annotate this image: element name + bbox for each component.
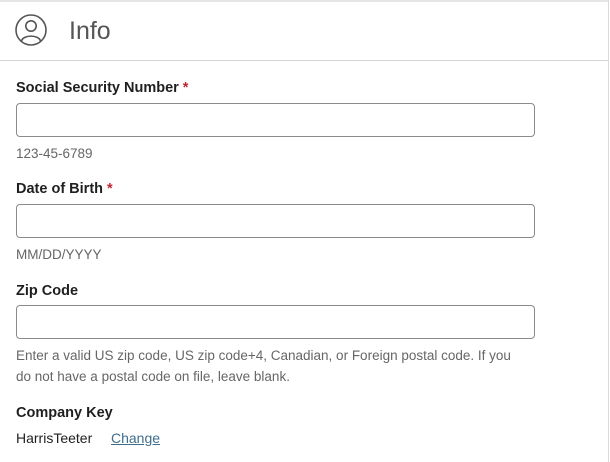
company-key-label-text: Company Key [16,405,113,421]
ssn-input[interactable] [16,103,535,137]
dob-label: Date of Birth * [16,180,113,198]
zip-label: Zip Code [16,282,78,300]
ssn-required-mark: * [182,80,189,96]
dob-required-mark: * [107,181,113,197]
zip-label-text: Zip Code [16,283,79,299]
company-key-value: HarrisTeeter [16,430,93,446]
change-company-key-link[interactable]: Change [111,429,160,447]
dob-input[interactable] [16,204,535,238]
panel-header: Info [0,2,608,61]
dob-hint: MM/DD/YYYY [16,247,102,262]
zip-input[interactable] [16,305,535,339]
ssn-label-text: Social Security Number [16,80,179,96]
page-title: Info [69,17,111,45]
zip-hint: Enter a valid US zip code, US zip code+4… [16,348,511,384]
user-circle-icon [15,14,47,46]
dob-label-text: Date of Birth [16,181,103,197]
ssn-hint: 123-45-6789 [16,146,93,161]
info-panel: Info Social Security Number * 123-45-6789… [0,0,609,462]
ssn-label: Social Security Number * [16,79,188,97]
company-key-label: Company Key [16,404,113,422]
